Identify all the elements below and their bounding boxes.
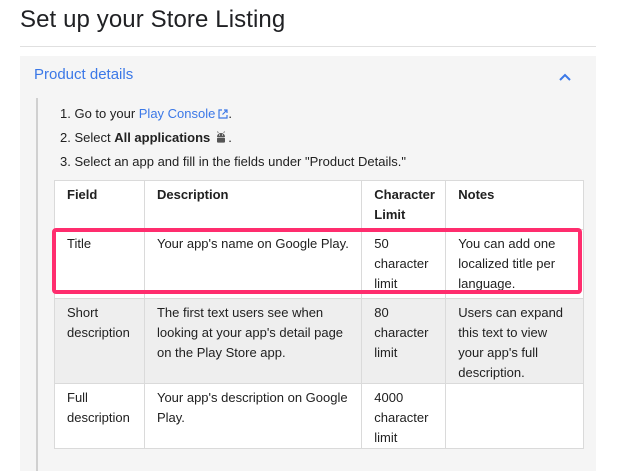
title-divider [20, 46, 596, 47]
cell-notes: Users can expand this text to view your … [445, 298, 584, 384]
header-field: Field [54, 180, 145, 230]
cell-notes: You can add one localized title per lang… [445, 229, 584, 299]
step-1: 1. Go to your Play Console. [60, 102, 406, 126]
step-2-text: 2. Select [60, 130, 115, 145]
android-icon [217, 131, 226, 143]
product-details-table: Field Description Character Limit Notes … [54, 180, 584, 449]
header-notes: Notes [445, 180, 584, 230]
page-title: Set up your Store Listing [20, 6, 286, 33]
play-console-link[interactable]: Play Console [139, 106, 216, 121]
step-1-text: 1. Go to your [60, 106, 139, 121]
step-3: 3. Select an app and fill in the fields … [60, 154, 406, 169]
cell-field: Title [54, 229, 145, 299]
cell-field: Short description [54, 298, 145, 384]
table-row: Full description Your app's description … [54, 383, 584, 449]
external-link-icon[interactable] [218, 109, 228, 119]
step-1-suffix: . [228, 106, 232, 121]
cell-notes [445, 383, 584, 449]
header-description: Description [143, 180, 363, 230]
step-2-suffix: . [228, 130, 232, 145]
cell-field: Full description [54, 383, 145, 449]
cell-limit: 50 character limit [361, 229, 447, 299]
table-row: Short description The first text users s… [54, 298, 584, 384]
step-2: 2. Select All applications. [60, 126, 406, 150]
cell-limit: 4000 character limit [361, 383, 447, 449]
cell-description: The first text users see when looking at… [143, 298, 363, 384]
header-character-limit: Character Limit [361, 180, 447, 230]
accordion-header[interactable]: Product details [34, 66, 133, 83]
table-header-row: Field Description Character Limit Notes [54, 180, 584, 230]
chevron-up-icon[interactable] [558, 70, 572, 84]
steps-list: 1. Go to your Play Console. 2. Select Al… [60, 102, 406, 174]
cell-description: Your app's description on Google Play. [143, 383, 363, 449]
cell-limit: 80 character limit [361, 298, 447, 384]
cell-description: Your app's name on Google Play. [143, 229, 363, 299]
table-row: Title Your app's name on Google Play. 50… [54, 229, 584, 299]
all-applications-label: All applications [114, 130, 211, 145]
